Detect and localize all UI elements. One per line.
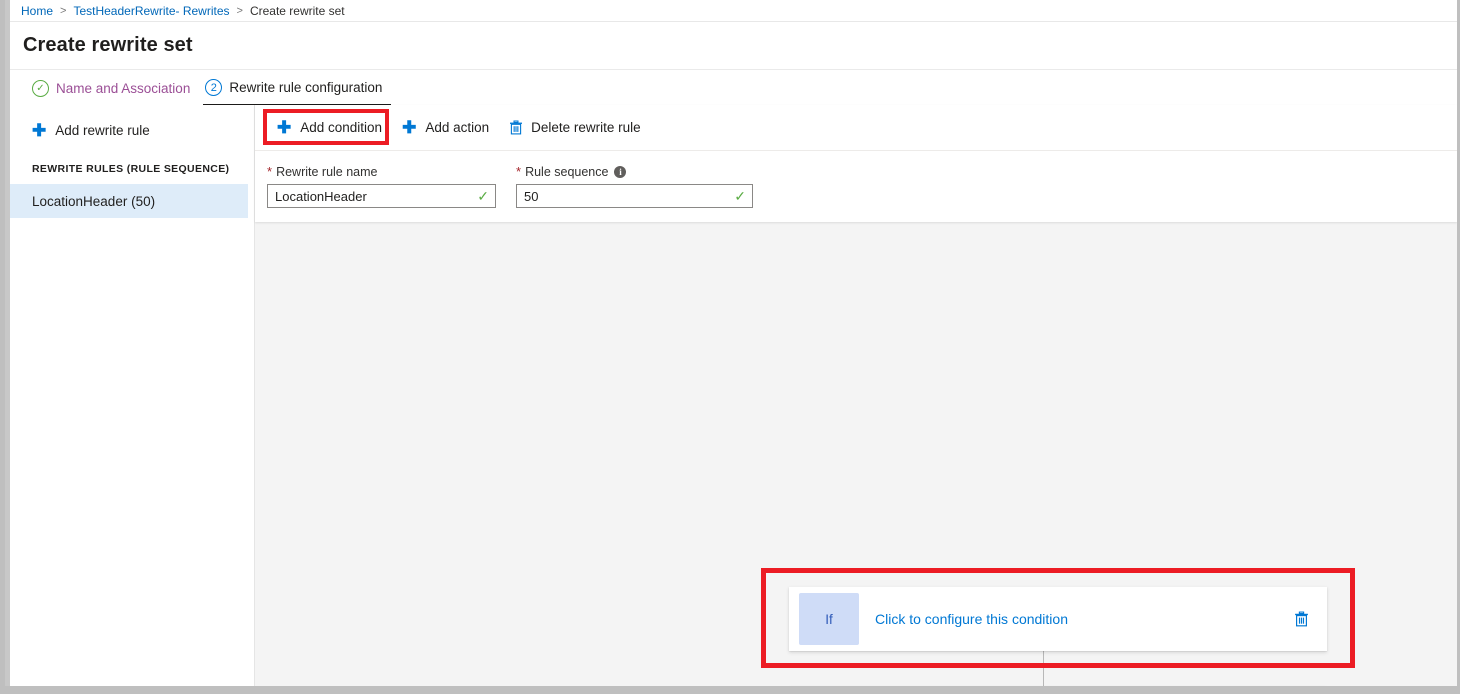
breadcrumb: Home > TestHeaderRewrite- Rewrites > Cre… [10, 0, 1457, 22]
rule-detail-panel: ✚ Add condition ✚ Add action [255, 105, 1457, 686]
add-rewrite-rule-label: Add rewrite rule [55, 123, 150, 138]
breadcrumb-item-home[interactable]: Home [21, 4, 53, 18]
rewrite-rule-name-input[interactable] [268, 185, 495, 207]
info-icon[interactable]: i [614, 166, 626, 178]
rule-fields: * Rewrite rule name ✓ * Rule sequ [255, 151, 1457, 222]
app-frame: Home > TestHeaderRewrite- Rewrites > Cre… [0, 0, 1460, 694]
rule-canvas: If Click to configure this condition [255, 202, 1457, 686]
rule-card-stack: If Click to configure this condition [789, 587, 1327, 686]
sidebar-rule-item-locationheader[interactable]: LocationHeader (50) [10, 184, 248, 218]
sidebar-rule-label: LocationHeader (50) [32, 194, 155, 209]
add-action-button[interactable]: ✚ Add action [392, 113, 499, 143]
plus-icon: ✚ [32, 122, 46, 139]
breadcrumb-separator: > [60, 5, 66, 17]
rewrite-rule-name-label-text: Rewrite rule name [276, 165, 377, 179]
breadcrumb-separator: > [237, 5, 243, 17]
tab-rewrite-rule-configuration[interactable]: 2 Rewrite rule configuration [203, 71, 391, 106]
condition-card[interactable]: If Click to configure this condition [789, 587, 1327, 651]
breadcrumb-item-current: Create rewrite set [250, 4, 345, 18]
rule-sequence-label: * Rule sequence i [516, 163, 753, 180]
check-circle-icon: ✓ [32, 80, 49, 97]
body-split: ✚ Add rewrite rule REWRITE RULES (RULE S… [10, 105, 1457, 686]
rule-sequence-input-wrap[interactable]: ✓ [516, 184, 753, 208]
tab-name-and-association[interactable]: ✓ Name and Association [30, 71, 199, 106]
blade: Home > TestHeaderRewrite- Rewrites > Cre… [10, 0, 1457, 686]
condition-badge: If [799, 593, 859, 645]
rule-sequence-label-text: Rule sequence [525, 165, 608, 179]
rewrite-rule-name-field: * Rewrite rule name ✓ [267, 163, 496, 208]
add-action-label: Add action [425, 120, 489, 135]
wizard-tabs: ✓ Name and Association 2 Rewrite rule co… [10, 70, 1457, 107]
required-marker: * [267, 165, 272, 178]
tab-label-name-and-association: Name and Association [56, 81, 190, 96]
rules-section-header: REWRITE RULES (RULE SEQUENCE) [10, 147, 248, 184]
form-header: ✚ Add condition ✚ Add action [255, 105, 1457, 222]
breadcrumb-item-rewrites[interactable]: TestHeaderRewrite- Rewrites [73, 4, 229, 18]
add-condition-label: Add condition [300, 120, 382, 135]
delete-rewrite-rule-label: Delete rewrite rule [531, 120, 641, 135]
plus-icon: ✚ [277, 119, 291, 136]
rewrite-rule-name-input-wrap[interactable]: ✓ [267, 184, 496, 208]
rule-sequence-input[interactable] [517, 185, 752, 207]
add-condition-button[interactable]: ✚ Add condition [267, 113, 392, 143]
required-marker: * [516, 165, 521, 178]
plus-icon: ✚ [402, 119, 416, 136]
rule-toolbar: ✚ Add condition ✚ Add action [255, 105, 1457, 151]
step-number-icon: 2 [205, 79, 222, 96]
card-connector-line [1043, 651, 1044, 686]
title-bar: Create rewrite set [10, 22, 1457, 70]
rewrite-rule-name-label: * Rewrite rule name [267, 163, 496, 180]
trash-icon [509, 120, 523, 135]
delete-condition-icon[interactable] [1294, 611, 1309, 627]
rules-sidebar: ✚ Add rewrite rule REWRITE RULES (RULE S… [10, 105, 248, 686]
add-rewrite-rule-button[interactable]: ✚ Add rewrite rule [10, 113, 248, 147]
rule-sequence-field: * Rule sequence i ✓ [516, 163, 753, 208]
configure-condition-link[interactable]: Click to configure this condition [875, 611, 1294, 627]
page-title: Create rewrite set [23, 34, 193, 57]
panel-divider [248, 105, 255, 686]
delete-rewrite-rule-button[interactable]: Delete rewrite rule [499, 113, 651, 143]
tab-label-rewrite-rule-configuration: Rewrite rule configuration [229, 80, 382, 95]
